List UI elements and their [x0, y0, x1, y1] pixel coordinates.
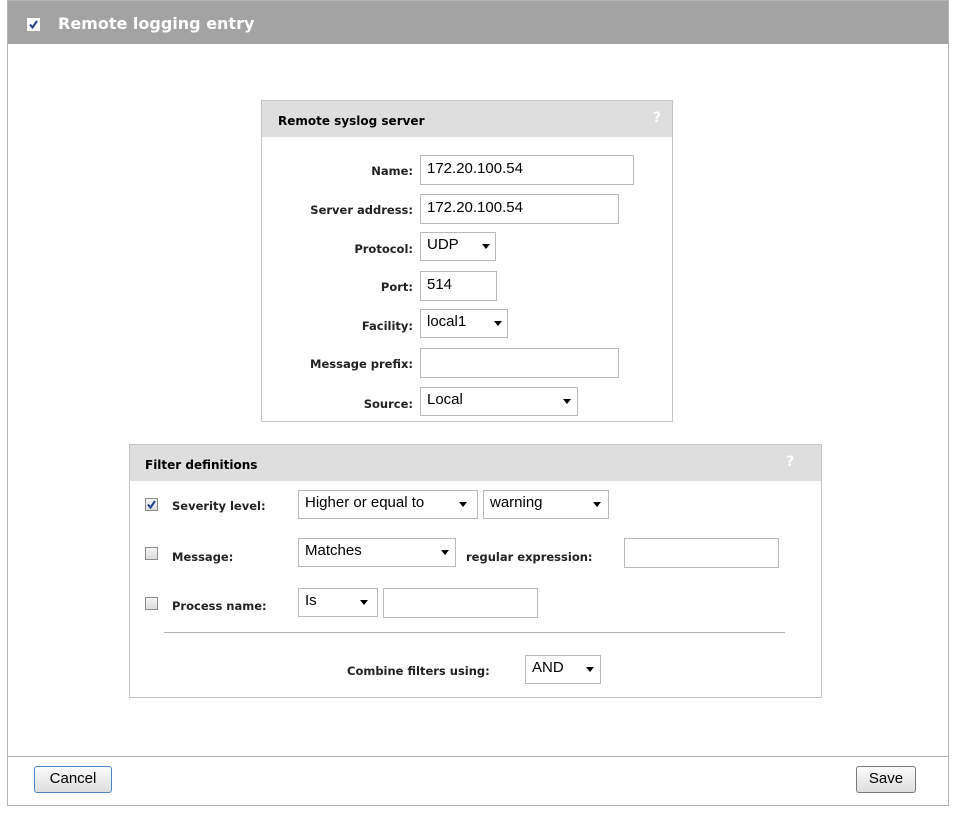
page-title: Remote logging entry — [58, 14, 255, 33]
check-icon — [147, 500, 156, 510]
chevron-down-icon — [360, 600, 368, 605]
filter-panel-title: Filter definitions — [145, 458, 258, 472]
facility-value: local1 — [427, 313, 467, 330]
chevron-down-icon — [563, 399, 571, 404]
combine-value: AND — [532, 659, 564, 676]
source-value: Local — [427, 391, 463, 408]
cancel-button[interactable]: Cancel — [34, 766, 112, 793]
severity-operator-value: Higher or equal to — [305, 494, 425, 511]
message-prefix-label: Message prefix: — [310, 357, 413, 371]
syslog-panel-title: Remote syslog server — [278, 114, 425, 128]
enable-entry-checkbox[interactable] — [27, 18, 40, 31]
help-icon[interactable]: ? — [653, 110, 661, 126]
server-address-input[interactable]: 172.20.100.54 — [420, 194, 619, 224]
port-input[interactable]: 514 — [420, 271, 497, 301]
message-label: Message: — [172, 550, 234, 564]
severity-operator-select[interactable]: Higher or equal to — [298, 490, 478, 519]
process-name-input[interactable] — [383, 588, 538, 618]
facility-select[interactable]: local1 — [420, 309, 508, 338]
protocol-label: Protocol: — [354, 242, 413, 256]
help-icon[interactable]: ? — [786, 454, 794, 470]
chevron-down-icon — [482, 244, 490, 249]
process-operator-select[interactable]: Is — [298, 588, 378, 617]
protocol-value: UDP — [427, 236, 459, 253]
server-address-label: Server address: — [310, 203, 413, 217]
facility-label: Facility: — [361, 319, 413, 333]
message-checkbox[interactable] — [145, 547, 158, 560]
process-checkbox[interactable] — [145, 597, 158, 610]
chevron-down-icon — [459, 502, 467, 507]
name-input[interactable]: 172.20.100.54 — [420, 155, 634, 185]
footer-divider — [8, 756, 948, 757]
chevron-down-icon — [586, 667, 594, 672]
chevron-down-icon — [593, 502, 601, 507]
process-operator-value: Is — [305, 592, 317, 609]
combine-select[interactable]: AND — [525, 655, 601, 684]
message-operator-select[interactable]: Matches — [298, 538, 456, 567]
syslog-panel-header: Remote syslog server ? — [262, 101, 672, 137]
severity-label: Severity level: — [172, 499, 266, 513]
combine-label: Combine filters using: — [347, 664, 490, 678]
protocol-select[interactable]: UDP — [420, 232, 496, 261]
source-label: Source: — [363, 397, 413, 411]
message-prefix-input[interactable] — [420, 348, 619, 378]
filter-panel — [129, 444, 822, 698]
check-icon — [29, 20, 38, 30]
filter-divider — [164, 632, 785, 633]
port-label: Port: — [380, 280, 413, 294]
filter-panel-header: Filter definitions ? — [130, 445, 821, 481]
regex-label: regular expression: — [466, 550, 593, 564]
regex-input[interactable] — [624, 538, 779, 568]
severity-checkbox[interactable] — [145, 498, 158, 511]
message-operator-value: Matches — [305, 542, 362, 559]
chevron-down-icon — [441, 550, 449, 555]
name-label: Name: — [371, 164, 413, 178]
save-button[interactable]: Save — [856, 766, 916, 793]
source-select[interactable]: Local — [420, 387, 578, 416]
severity-value-select[interactable]: warning — [483, 490, 609, 519]
chevron-down-icon — [494, 321, 502, 326]
process-label: Process name: — [172, 599, 267, 613]
severity-value: warning — [490, 494, 543, 511]
